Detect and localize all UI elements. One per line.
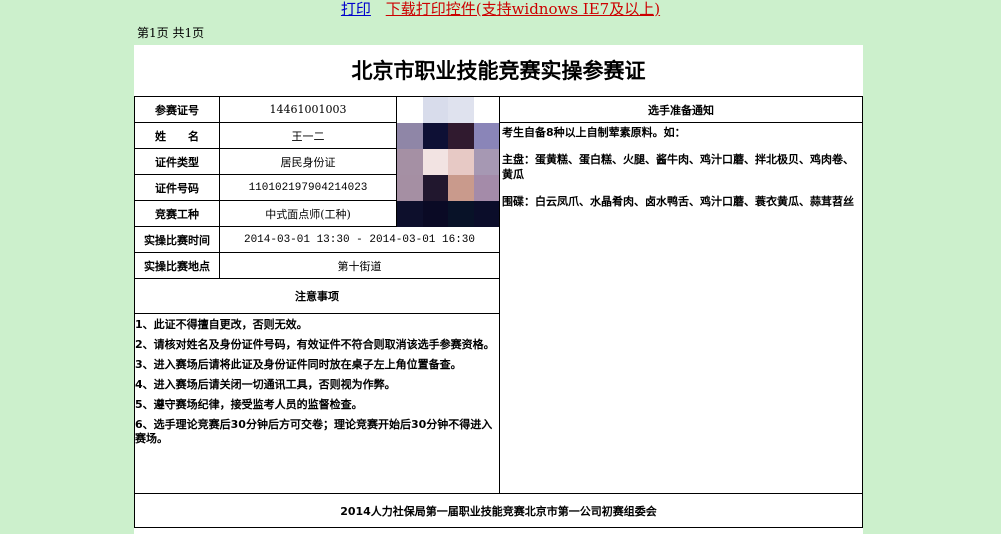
photo-pixel: [473, 175, 499, 201]
download-print-control-link[interactable]: 下载打印控件(支持widnows IE7及以上): [386, 0, 660, 18]
field-label: 姓 名: [134, 122, 220, 149]
field-value-exam-number: 14461001003: [219, 96, 397, 123]
certificate-table: 参赛证号 14461001003 选手准备通知 姓 名 王一二 考生自备8种以上…: [134, 96, 863, 528]
photo-pixel: [397, 201, 423, 227]
certificate-title: 北京市职业技能竞赛实操参赛证: [351, 58, 646, 83]
page-indicator: 第1页 共1页: [137, 26, 205, 40]
attention-item: 1、此证不得擅自更改，否则无效。: [135, 318, 308, 331]
photo-pixel: [422, 149, 448, 175]
photo-pixel: [448, 97, 474, 123]
notice-paragraph: 主盘：蛋黄糕、蛋白糕、火腿、酱牛肉、鸡汁口蘑、拌北极贝、鸡肉卷、黄瓜: [502, 153, 854, 181]
photo-pixel: [448, 175, 474, 201]
photo-pixel: [397, 123, 423, 149]
field-value-trade: 中式面点师(工种): [219, 200, 397, 227]
attention-item: 4、进入赛场后请关闭一切通讯工具，否则视为作弊。: [135, 378, 396, 391]
photo-pixel: [448, 149, 474, 175]
photo-pixel: [473, 97, 499, 123]
field-value-exam-location: 第十街道: [219, 252, 500, 279]
attention-header: 注意事项: [134, 278, 500, 314]
attention-item: 6、选手理论竞赛后30分钟后方可交卷；理论竞赛开始后30分钟不得进入赛场。: [135, 418, 493, 445]
field-label: 实操比赛地点: [134, 252, 220, 279]
field-value-name: 王一二: [219, 122, 397, 149]
field-value-exam-time: 2014-03-01 13:30 - 2014-03-01 16:30: [219, 226, 500, 253]
field-label: 证件号码: [134, 174, 220, 201]
notice-paragraph: 围碟：白云凤爪、水晶肴肉、卤水鸭舌、鸡汁口蘑、蓑衣黄瓜、蒜茸苕丝: [502, 195, 854, 208]
photo-pixel: [422, 97, 448, 123]
certificate: 北京市职业技能竞赛实操参赛证 参赛证号 14461001003 选手准备通知 姓…: [134, 45, 863, 534]
field-label: 实操比赛时间: [134, 226, 220, 253]
photo-pixel: [473, 123, 499, 149]
candidate-photo: [397, 97, 499, 227]
photo-cell: [396, 96, 500, 227]
photo-pixel: [473, 149, 499, 175]
notice-body: 考生自备8种以上自制荤素原料。如： 主盘：蛋黄糕、蛋白糕、火腿、酱牛肉、鸡汁口蘑…: [499, 122, 863, 494]
photo-pixel: [473, 201, 499, 227]
photo-pixel: [397, 175, 423, 201]
attention-item: 2、请核对姓名及身份证件号码，有效证件不符合则取消该选手参赛资格。: [135, 338, 495, 351]
photo-pixel: [397, 149, 423, 175]
photo-pixel: [448, 123, 474, 149]
print-link[interactable]: 打印: [341, 0, 371, 18]
notice-header: 选手准备通知: [499, 96, 863, 123]
top-links: 打印 下载打印控件(支持widnows IE7及以上): [0, 0, 1001, 18]
photo-pixel: [422, 201, 448, 227]
photo-pixel: [422, 175, 448, 201]
field-label: 证件类型: [134, 148, 220, 175]
field-value-id-type: 居民身份证: [219, 148, 397, 175]
attention-body: 1、此证不得擅自更改，否则无效。 2、请核对姓名及身份证件号码，有效证件不符合则…: [134, 313, 500, 494]
field-label: 参赛证号: [134, 96, 220, 123]
photo-pixel: [422, 123, 448, 149]
field-label: 竞赛工种: [134, 200, 220, 227]
organizer-footer: 2014人力社保局第一届职业技能竞赛北京市第一公司初赛组委会: [134, 493, 863, 528]
attention-item: 5、遵守赛场纪律，接受监考人员的监督检查。: [135, 398, 363, 411]
notice-paragraph: 考生自备8种以上自制荤素原料。如：: [502, 126, 686, 139]
field-value-id-number: 110102197904214023: [219, 174, 397, 201]
attention-item: 3、进入赛场后请将此证及身份证件同时放在桌子左上角位置备查。: [135, 358, 462, 371]
photo-pixel: [448, 201, 474, 227]
photo-pixel: [397, 97, 423, 123]
